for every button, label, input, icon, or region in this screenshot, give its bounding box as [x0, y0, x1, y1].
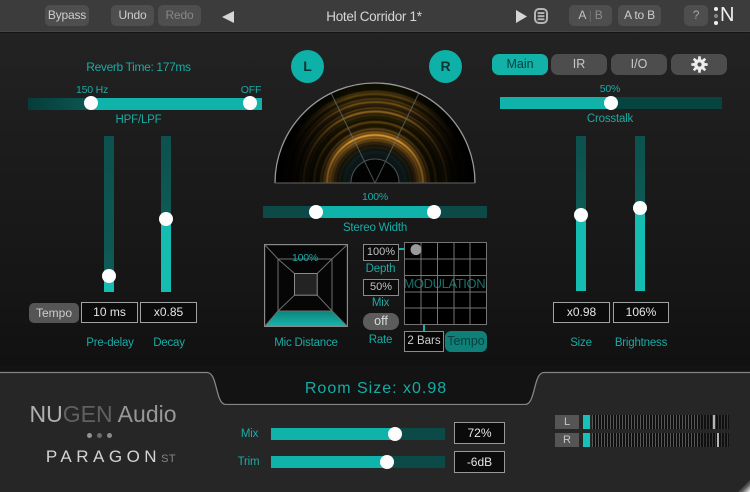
- svg-text:MODULATION: MODULATION: [404, 276, 485, 291]
